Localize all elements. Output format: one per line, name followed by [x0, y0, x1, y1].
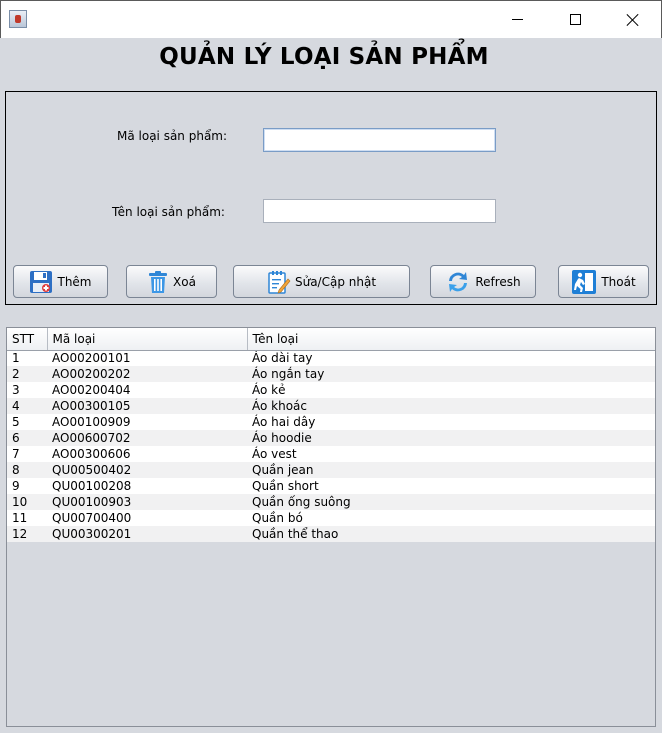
cell-code: AO00200404	[47, 382, 247, 398]
cell-stt: 10	[7, 494, 47, 510]
cell-stt: 9	[7, 478, 47, 494]
add-button-label: Thêm	[57, 274, 92, 289]
cell-name: Quần thể thao	[247, 526, 655, 542]
column-header-name[interactable]: Tên loại	[247, 328, 655, 351]
cell-stt: 6	[7, 430, 47, 446]
window-title-bar	[0, 0, 662, 38]
trash-icon	[149, 270, 168, 293]
cell-name: Quần short	[247, 478, 655, 494]
cell-stt: 1	[7, 350, 47, 366]
cell-code: QU00300201	[47, 526, 247, 542]
product-type-table[interactable]: STT Mã loại Tên loại 1 AO00200101 Áo dài t…	[6, 327, 656, 727]
edit-button-label: Sửa/Cập nhật	[294, 274, 377, 289]
minimize-icon	[511, 19, 523, 20]
exit-button[interactable]: Thoát	[558, 265, 649, 298]
cell-stt: 3	[7, 382, 47, 398]
table-row[interactable]: 8 QU00500402 Quần jean	[7, 462, 655, 478]
cell-name: Áo hoodie	[247, 430, 655, 446]
code-input[interactable]	[263, 128, 496, 152]
table-row[interactable]: 1 AO00200101 Áo dài tay	[7, 350, 655, 366]
cell-stt: 4	[7, 398, 47, 414]
delete-button[interactable]: Xoá	[126, 265, 217, 298]
cell-name: Áo ngắn tay	[247, 366, 655, 382]
page-title: QUẢN LÝ LOẠI SẢN PHẨM	[159, 44, 489, 70]
cell-name: Áo hai dây	[247, 414, 655, 430]
cell-code: AO00200202	[47, 366, 247, 382]
save-floppy-icon	[30, 270, 53, 293]
delete-button-label: Xoá	[173, 274, 196, 289]
cell-name: Áo dài tay	[247, 350, 655, 366]
add-button[interactable]: Thêm	[13, 265, 108, 298]
cell-stt: 2	[7, 366, 47, 382]
cell-code: AO00600702	[47, 430, 247, 446]
exit-button-label: Thoát	[601, 274, 636, 289]
table-row[interactable]: 11 QU00700400 Quần bó	[7, 510, 655, 526]
code-label: Mã loại sản phẩm:	[117, 129, 228, 143]
table-row[interactable]: 9 QU00100208 Quần short	[7, 478, 655, 494]
table-row[interactable]: 6 AO00600702 Áo hoodie	[7, 430, 655, 446]
table-row[interactable]: 12 QU00300201 Quần thể thao	[7, 526, 655, 542]
table-row[interactable]: 7 AO00300606 Áo vest	[7, 446, 655, 462]
close-icon	[626, 13, 640, 27]
cell-name: Quần ống suông	[247, 494, 655, 510]
java-app-icon	[9, 10, 27, 28]
cell-code: QU00100208	[47, 478, 247, 494]
table-header-row: STT Mã loại Tên loại	[7, 328, 655, 351]
refresh-button-label: Refresh	[475, 274, 521, 289]
name-input[interactable]	[263, 199, 496, 223]
cell-code: AO00300105	[47, 398, 247, 414]
cell-code: QU00500402	[47, 462, 247, 478]
cell-name: Quần bó	[247, 510, 655, 526]
table-row[interactable]: 10 QU00100903 Quần ống suông	[7, 494, 655, 510]
cell-name: Áo khoác	[247, 398, 655, 414]
cell-stt: 5	[7, 414, 47, 430]
table-row[interactable]: 3 AO00200404 Áo kẻ	[7, 382, 655, 398]
table-row[interactable]: 4 AO00300105 Áo khoác	[7, 398, 655, 414]
cell-stt: 7	[7, 446, 47, 462]
column-header-code[interactable]: Mã loại	[47, 328, 248, 351]
close-button[interactable]	[604, 1, 662, 38]
refresh-arrows-icon	[449, 271, 468, 292]
cell-stt: 8	[7, 462, 47, 478]
cell-code: AO00200101	[47, 350, 247, 366]
cell-code: QU00700400	[47, 510, 247, 526]
cell-name: Áo vest	[247, 446, 655, 462]
cell-code: QU00100903	[47, 494, 247, 510]
cell-stt: 11	[7, 510, 47, 526]
minimize-button[interactable]	[488, 1, 546, 38]
cell-name: Quần jean	[247, 462, 655, 478]
refresh-button[interactable]: Refresh	[430, 265, 536, 298]
maximize-button[interactable]	[546, 1, 604, 38]
cell-name: Áo kẻ	[247, 382, 655, 398]
column-header-stt[interactable]: STT	[7, 328, 48, 351]
exit-door-icon	[572, 269, 597, 294]
cell-code: AO00300606	[47, 446, 247, 462]
cell-stt: 12	[7, 526, 47, 542]
product-type-form: Mã loại sản phẩm: Tên loại sản phẩm: Thê…	[5, 91, 657, 305]
maximize-icon	[569, 14, 581, 25]
table-row[interactable]: 5 AO00100909 Áo hai dây	[7, 414, 655, 430]
edit-button[interactable]: Sửa/Cập nhật	[233, 265, 410, 298]
cell-code: AO00100909	[47, 414, 247, 430]
edit-note-icon	[268, 270, 291, 294]
table-row[interactable]: 2 AO00200202 Áo ngắn tay	[7, 366, 655, 382]
name-label: Tên loại sản phẩm:	[112, 205, 225, 219]
